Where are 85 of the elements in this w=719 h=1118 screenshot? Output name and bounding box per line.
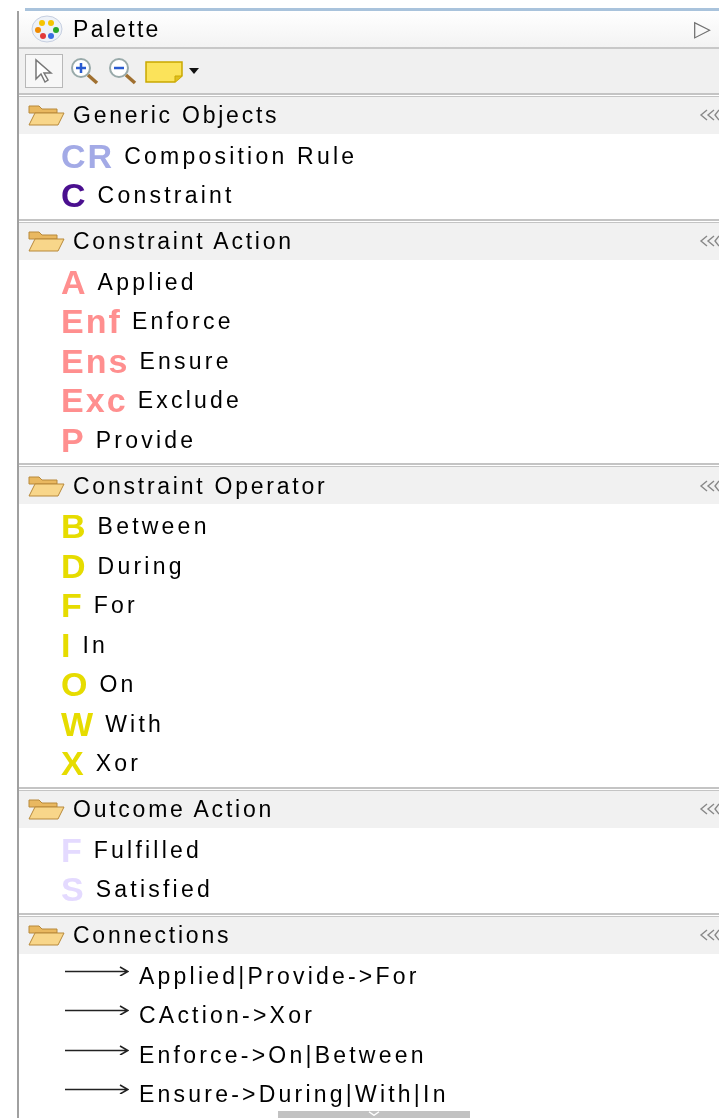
entry-label: On <box>99 672 137 697</box>
entry-label: Ensure->During|With|In <box>139 1082 449 1107</box>
select-tool-button[interactable] <box>25 54 63 88</box>
palette-entry[interactable]: CAction->Xor <box>19 995 719 1035</box>
palette-entry[interactable]: Exc Exclude <box>19 380 719 420</box>
letter-icon: Ens <box>61 343 130 378</box>
palette-entry[interactable]: B Between <box>19 506 719 546</box>
zoom-in-icon[interactable] <box>69 56 101 86</box>
palette-entry[interactable]: I In <box>19 624 719 665</box>
collapse-palette-button[interactable]: ▷ <box>694 18 711 41</box>
arrow-icon <box>65 1084 129 1095</box>
entry-label: Between <box>97 514 210 539</box>
section-title: Constraint Action <box>73 227 294 257</box>
letter-icon: A <box>61 264 88 299</box>
palette-icon <box>31 15 63 44</box>
zoom-out-icon[interactable] <box>107 56 139 86</box>
arrow-icon <box>65 1005 129 1016</box>
entry-label: For <box>93 593 138 618</box>
letter-icon: P <box>61 422 86 457</box>
section-header[interactable]: Generic Objects <box>19 96 719 134</box>
palette-entry[interactable]: Ensure->During|With|In <box>19 1074 719 1114</box>
section-header[interactable]: Constraint Action <box>19 222 719 260</box>
palette-entry[interactable]: W With <box>19 703 719 744</box>
entry-label: Satisfied <box>95 877 213 902</box>
entry-label: CAction->Xor <box>139 1003 316 1028</box>
entry-label: In <box>82 632 109 657</box>
palette-entry[interactable]: Enf Enforce <box>19 301 719 341</box>
open-folder-icon <box>27 229 65 254</box>
entry-label: Applied|Provide->For <box>139 963 420 988</box>
section-title: Outcome Action <box>73 795 274 825</box>
letter-icon: D <box>61 548 88 583</box>
entry-label: Applied <box>97 269 197 294</box>
palette-entry[interactable]: C Constraint <box>19 175 719 215</box>
open-folder-icon <box>27 473 65 498</box>
entry-label: Enforce->On|Between <box>139 1042 427 1067</box>
palette-entry[interactable]: O On <box>19 664 719 704</box>
palette-entry[interactable]: CR Composition Rule <box>19 135 719 176</box>
arrow-icon <box>65 965 129 976</box>
letter-icon: Enf <box>61 304 122 339</box>
letter-icon: C <box>61 178 88 213</box>
entry-label: Fulfilled <box>93 837 203 862</box>
letter-icon: I <box>61 627 73 662</box>
palette-entry[interactable]: Enforce->On|Between <box>19 1035 719 1075</box>
letter-icon: O <box>61 667 90 702</box>
entry-label: Exclude <box>137 388 242 413</box>
note-icon[interactable] <box>145 58 183 84</box>
entry-label: Ensure <box>139 348 232 373</box>
entry-label: With <box>105 711 165 736</box>
entry-label: Composition Rule <box>124 143 358 168</box>
letter-icon: F <box>61 588 84 623</box>
open-folder-icon <box>27 797 65 822</box>
letter-icon: Exc <box>61 383 128 418</box>
entry-label: Constraint <box>97 183 235 208</box>
collapse-icon[interactable] <box>699 109 719 122</box>
section-title: Constraint Operator <box>73 471 328 501</box>
palette-entry[interactable]: Applied|Provide->For <box>19 956 719 996</box>
collapse-icon[interactable] <box>699 235 719 248</box>
palette-title: Palette <box>73 14 161 44</box>
open-folder-icon <box>27 103 65 128</box>
arrow-icon <box>65 1044 129 1055</box>
entry-label: Enforce <box>131 309 234 334</box>
section-header[interactable]: Connections <box>19 916 719 954</box>
letter-icon: CR <box>61 138 115 173</box>
collapse-icon[interactable] <box>699 929 719 942</box>
section-header[interactable]: Outcome Action <box>19 790 719 828</box>
letter-icon: X <box>61 746 86 781</box>
palette-entry[interactable]: D During <box>19 545 719 586</box>
palette-entry[interactable]: Ens Ensure <box>19 340 719 381</box>
entry-label: During <box>97 553 185 578</box>
dropdown-caret-icon[interactable] <box>189 68 199 74</box>
entry-label: Provide <box>95 427 197 452</box>
palette-entry[interactable]: X Xor <box>19 743 719 783</box>
section-header[interactable]: Constraint Operator <box>19 467 719 505</box>
section-title: Connections <box>73 921 232 951</box>
letter-icon: B <box>61 509 88 544</box>
open-folder-icon <box>27 923 65 948</box>
collapse-icon[interactable] <box>699 479 719 492</box>
letter-icon: W <box>61 706 96 741</box>
pointer-icon <box>33 58 55 84</box>
palette-entry[interactable]: P Provide <box>19 419 719 460</box>
collapse-icon[interactable] <box>699 803 719 816</box>
entry-label: Xor <box>95 751 142 776</box>
palette-entry[interactable]: A Applied <box>19 261 719 302</box>
palette-entry[interactable]: F For <box>19 585 719 625</box>
section-title: Generic Objects <box>73 101 280 131</box>
